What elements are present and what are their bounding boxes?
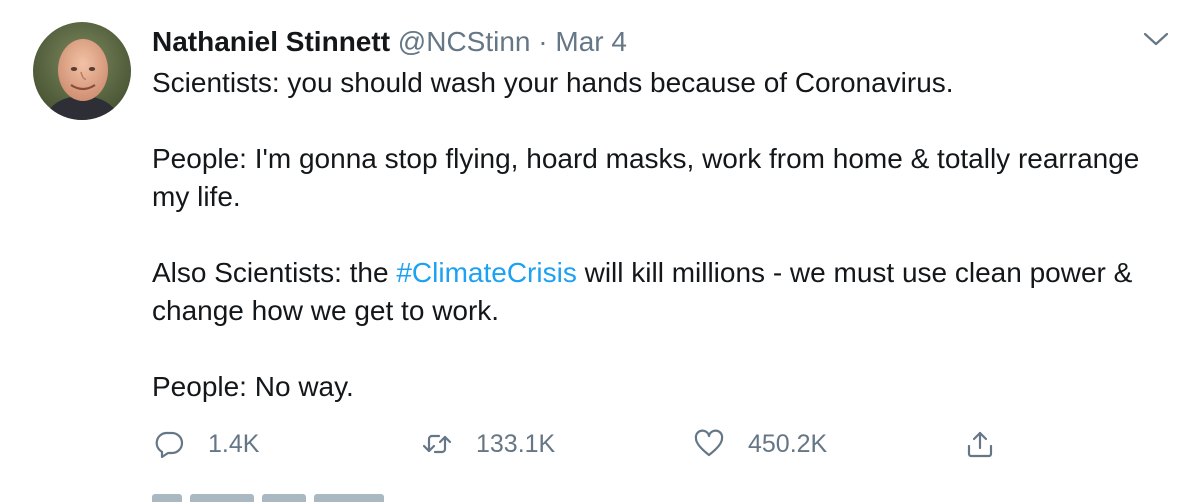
tweet-paragraph: People: No way. [152, 371, 354, 402]
retweet-count: 133.1K [476, 429, 556, 458]
author-handle[interactable]: @NCStinn [398, 26, 531, 57]
header-separator: · [538, 26, 548, 57]
hashtag-link[interactable]: #ClimateCrisis [396, 257, 576, 288]
reply-button[interactable]: 1.4K [154, 424, 259, 464]
tweet-paragraph: Also Scientists: the #ClimateCrisis will… [152, 254, 1162, 330]
like-button[interactable]: 450.2K [694, 424, 827, 464]
clipped-text-fragment [262, 494, 306, 502]
tweet-card[interactable]: Nathaniel Stinnett @NCStinn · Mar 4 Scie… [0, 0, 1196, 502]
clipped-next-line [152, 490, 392, 502]
reply-count: 1.4K [208, 429, 260, 458]
tweet-text: Scientists: you should wash your hands b… [152, 64, 1162, 406]
clipped-text-fragment [314, 494, 384, 502]
author-avatar[interactable] [33, 22, 131, 120]
clipped-text-fragment [152, 494, 182, 502]
tweet-header: Nathaniel Stinnett @NCStinn · Mar 4 [152, 26, 627, 58]
tweet-date[interactable]: Mar 4 [555, 26, 627, 57]
clipped-text-fragment [190, 494, 254, 502]
tweet-paragraph: People: I'm gonna stop flying, hoard mas… [152, 143, 1140, 212]
author-name[interactable]: Nathaniel Stinnett [152, 26, 390, 57]
chevron-down-icon[interactable] [1141, 26, 1171, 52]
heart-icon [694, 429, 724, 459]
retweet-button[interactable]: 133.1K [422, 424, 555, 464]
tweet-actions: 1.4K 133.1K 450.2K [0, 424, 1196, 464]
retweet-arrows-icon [422, 429, 452, 459]
share-button[interactable] [965, 424, 995, 464]
reply-bubble-icon [154, 429, 184, 459]
like-count: 450.2K [748, 429, 828, 458]
paragraph-text: Also Scientists: the [152, 257, 397, 288]
tweet-paragraph: Scientists: you should wash your hands b… [152, 67, 954, 98]
share-upload-icon [965, 429, 995, 459]
